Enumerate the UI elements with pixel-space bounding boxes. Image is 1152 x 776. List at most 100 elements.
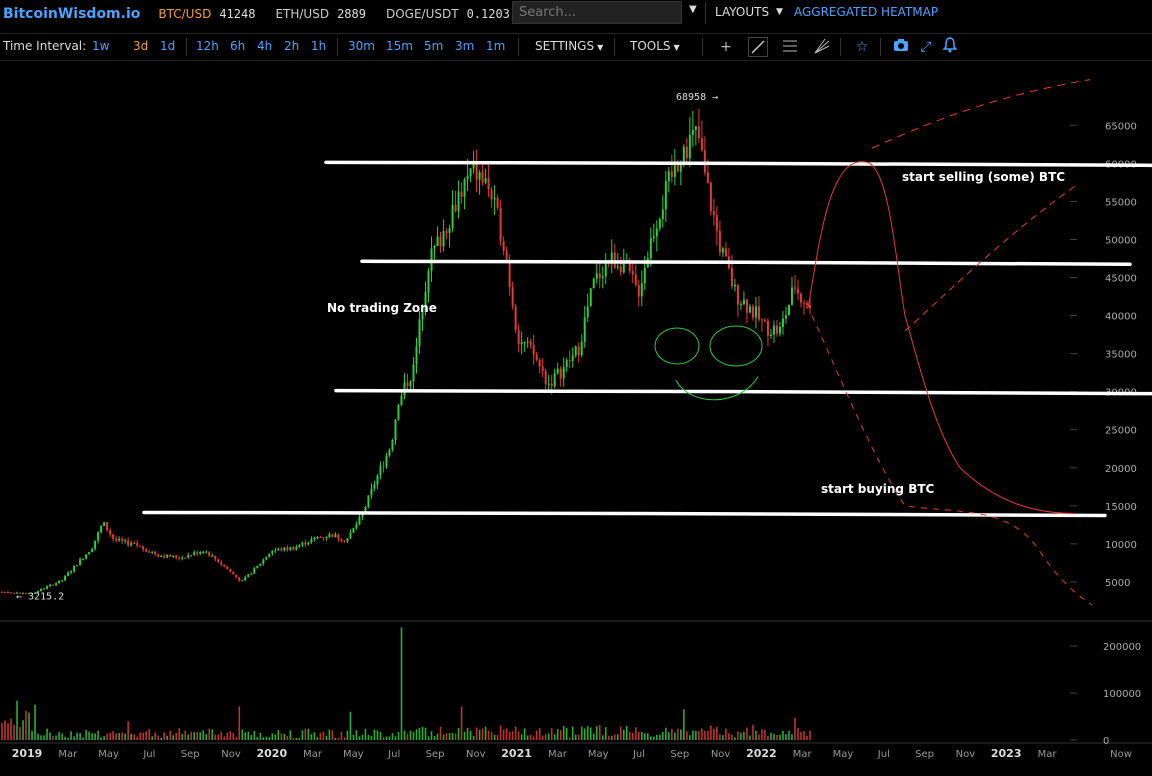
- interval-1m[interactable]: 1m: [486, 39, 505, 53]
- volume-bar: [283, 733, 286, 740]
- tools-menu[interactable]: TOOLS ▼: [630, 39, 680, 53]
- interval-4h[interactable]: 4h: [257, 39, 272, 53]
- chevron-down-icon[interactable]: ▼: [776, 7, 783, 17]
- interval-1w[interactable]: 1w: [92, 39, 109, 53]
- aggregated-heatmap-link[interactable]: AGGREGATED HEATMAP: [794, 5, 938, 19]
- volume-bar: [610, 735, 613, 740]
- chevron-down-icon[interactable]: ▼: [689, 4, 697, 15]
- chart-area[interactable]: 65000 60000 55000 50000 45000 40000 35000 30000…: [0, 60, 1152, 772]
- doodle-mouth: [675, 376, 759, 401]
- volume-bar: [352, 734, 355, 740]
- candle-body: [658, 219, 661, 229]
- volume-bar: [91, 733, 93, 740]
- volume-bar: [313, 732, 316, 740]
- interval-12h[interactable]: 12h: [196, 39, 219, 53]
- fullscreen-icon[interactable]: ⤢: [916, 37, 936, 57]
- site-logo[interactable]: BitcoinWisdom.io: [3, 6, 140, 22]
- volume-bar: [469, 730, 472, 740]
- volume-bar: [412, 731, 415, 740]
- search-input[interactable]: [512, 1, 682, 24]
- settings-menu[interactable]: SETTINGS ▼: [535, 39, 603, 53]
- interval-15m[interactable]: 15m: [386, 39, 413, 53]
- interval-3d[interactable]: 3d: [133, 39, 148, 53]
- candle-body: [415, 346, 418, 365]
- volume-bar: [791, 734, 793, 740]
- candle-body: [706, 172, 709, 183]
- candle-body: [313, 537, 316, 540]
- candle-body: [694, 126, 697, 130]
- line-tool-icon[interactable]: [748, 37, 768, 57]
- volume-bar: [779, 734, 781, 740]
- volume-bar: [199, 732, 202, 740]
- chart-toolbar: Time Interval: 1w 3d 1d 12h 6h 4h 2h 1h …: [0, 33, 1152, 61]
- volume-bar: [707, 731, 709, 740]
- candle-body: [409, 381, 412, 387]
- volume-bar: [190, 731, 193, 740]
- ticker-btc[interactable]: BTC/USD 41248: [158, 7, 255, 21]
- candle-body: [169, 554, 172, 557]
- volume-bar: [785, 734, 787, 740]
- candle-body: [619, 266, 622, 273]
- volume-bar: [749, 735, 751, 740]
- bell-icon[interactable]: [940, 37, 960, 57]
- volume-bar: [598, 725, 601, 740]
- candle-body: [250, 573, 253, 575]
- candle-body: [454, 204, 457, 212]
- interval-2h[interactable]: 2h: [284, 39, 299, 53]
- interval-1d[interactable]: 1d: [160, 39, 175, 53]
- crosshair-icon[interactable]: +: [716, 37, 736, 57]
- volume-bar: [559, 730, 562, 740]
- volume-bar: [529, 734, 532, 740]
- volume-bar: [217, 734, 220, 740]
- support-resistance-line: [360, 259, 1132, 267]
- interval-1h[interactable]: 1h: [311, 39, 326, 53]
- candle-body: [154, 551, 157, 555]
- interval-3m[interactable]: 3m: [455, 39, 474, 53]
- volume-bar: [752, 724, 754, 740]
- layouts-menu[interactable]: LAYOUTS: [715, 5, 769, 19]
- candle-body: [640, 283, 643, 297]
- ticker-name: ETH/USD: [275, 6, 330, 21]
- candle-body: [52, 584, 55, 586]
- volume-bar: [544, 734, 547, 740]
- volume-bar: [773, 733, 775, 740]
- price-tick-label: 45000: [1105, 274, 1137, 285]
- volume-bar: [118, 732, 120, 740]
- volume-tick-label: 0: [1103, 736, 1109, 747]
- candle-body: [562, 367, 565, 379]
- volume-bar: [250, 735, 253, 740]
- settings-label: SETTINGS: [535, 39, 595, 53]
- support-resistance-line: [142, 510, 1107, 518]
- volume-bar: [430, 731, 433, 740]
- time-label: 2019: [12, 747, 43, 760]
- divider: [337, 38, 338, 56]
- volume-bar: [373, 729, 376, 740]
- candle-body: [319, 537, 322, 539]
- volume-bar: [100, 737, 102, 740]
- ticker-eth[interactable]: ETH/USD 2889: [275, 7, 366, 21]
- candle-body: [133, 542, 136, 544]
- camera-icon[interactable]: [891, 37, 911, 57]
- volume-bar: [472, 735, 475, 740]
- interval-30m[interactable]: 30m: [348, 39, 375, 53]
- volume-bar: [148, 728, 150, 740]
- volume-bar: [109, 732, 111, 740]
- fib-fan-icon[interactable]: [812, 37, 832, 57]
- candle-body: [565, 360, 568, 368]
- interval-5m[interactable]: 5m: [424, 39, 443, 53]
- volume-bar: [481, 728, 484, 740]
- interval-6h[interactable]: 6h: [230, 39, 245, 53]
- volume-bar: [604, 727, 607, 740]
- candle-body: [70, 571, 73, 573]
- volume-bar: [52, 735, 54, 740]
- star-icon[interactable]: ☆: [852, 37, 872, 57]
- hlines-icon[interactable]: [780, 37, 800, 57]
- time-label: 2023: [991, 747, 1022, 760]
- volume-bar: [460, 706, 463, 740]
- volume-bar: [568, 737, 571, 740]
- volume-bar: [427, 736, 430, 740]
- candle-body: [766, 320, 769, 336]
- price-chart[interactable]: 6500060000550005000045000400003500030000…: [0, 60, 1152, 772]
- candle-body: [178, 557, 181, 559]
- ticker-doge[interactable]: DOGE/USDT 0.1203: [386, 7, 510, 21]
